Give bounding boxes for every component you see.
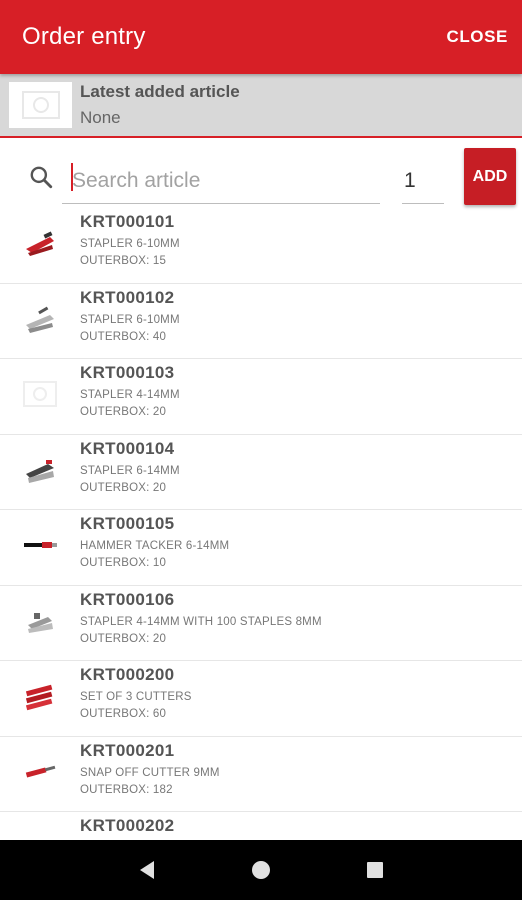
list-item[interactable]: KRT000101 STAPLER 6-10MM OUTERBOX: 15 (0, 208, 522, 284)
search-input[interactable] (62, 158, 380, 204)
home-button[interactable] (246, 855, 276, 885)
cutter-icon (20, 827, 60, 840)
article-image (17, 673, 63, 719)
add-button[interactable]: ADD (464, 148, 516, 205)
article-code: KRT000106 (80, 589, 175, 609)
stapler-icon (28, 612, 53, 633)
article-outerbox: OUTERBOX: 60 (80, 708, 167, 720)
article-description: SNAP OFF CUTTER 9MM (80, 766, 220, 779)
system-navigation-bar (0, 840, 522, 900)
recents-button[interactable] (360, 855, 390, 885)
snap-off-cutter-icon (25, 765, 56, 777)
list-item[interactable]: KRT000105 HAMMER TACKER 6-14MM OUTERBOX:… (0, 510, 522, 586)
list-item[interactable]: KRT000201 SNAP OFF CUTTER 9MM OUTERBOX: … (0, 737, 522, 812)
article-list[interactable]: KRT000101 STAPLER 6-10MM OUTERBOX: 15 KR… (0, 208, 522, 840)
latest-added-article-panel: Latest added article None (0, 74, 522, 138)
page-title: Order entry (22, 23, 146, 50)
article-outerbox: OUTERBOX: 10 (80, 557, 167, 569)
article-description: SET OF 3 CUTTERS (80, 691, 192, 703)
grey-stapler-icon (26, 306, 54, 333)
latest-article-label: Latest added article (80, 82, 240, 101)
list-item[interactable]: KRT000202 (0, 812, 522, 840)
article-image (17, 296, 63, 342)
placeholder-image-icon (23, 381, 57, 407)
article-outerbox: OUTERBOX: 20 (80, 481, 167, 494)
back-triangle-icon (140, 861, 154, 879)
red-stapler-icon (26, 231, 54, 256)
article-image (17, 522, 63, 568)
list-item[interactable]: KRT000200 SET OF 3 CUTTERS OUTERBOX: 60 (0, 661, 522, 737)
article-outerbox: OUTERBOX: 40 (80, 330, 167, 343)
search-icon (30, 166, 53, 189)
article-description: STAPLER 4-14MM (80, 389, 180, 401)
article-code: KRT000202 (80, 816, 175, 835)
list-item[interactable]: KRT000104 STAPLER 6-14MM OUTERBOX: 20 (0, 435, 522, 510)
list-item[interactable]: KRT000102 STAPLER 6-10MM OUTERBOX: 40 (0, 284, 522, 359)
article-code: KRT000101 (80, 212, 175, 231)
home-circle-icon (252, 861, 270, 879)
article-outerbox: OUTERBOX: 20 (80, 406, 167, 418)
article-image (17, 598, 63, 644)
recents-square-icon (367, 862, 383, 878)
article-outerbox: OUTERBOX: 182 (80, 783, 173, 796)
text-cursor (71, 163, 73, 191)
article-code: KRT000103 (80, 363, 175, 382)
article-description: HAMMER TACKER 6-14MM (80, 540, 230, 552)
hammer-tacker-icon (24, 542, 57, 548)
list-item[interactable]: KRT000106 STAPLER 4-14MM WITH 100 STAPLE… (0, 586, 522, 661)
close-button[interactable]: CLOSE (442, 19, 512, 55)
article-description: STAPLER 6-10MM (80, 238, 180, 250)
article-description: STAPLER 4-14MM WITH 100 STAPLES 8MM (80, 615, 322, 628)
cutters-set-icon (25, 684, 53, 711)
article-image (17, 824, 63, 840)
latest-article-thumbnail (9, 82, 72, 128)
latest-article-value: None (80, 108, 121, 127)
article-outerbox: OUTERBOX: 15 (80, 255, 167, 267)
list-item[interactable]: KRT000103 STAPLER 4-14MM OUTERBOX: 20 (0, 359, 522, 435)
placeholder-image-icon (21, 91, 60, 119)
article-image (17, 749, 63, 795)
article-image (17, 447, 63, 493)
article-code: KRT000200 (80, 665, 175, 684)
article-image (17, 220, 63, 266)
article-code: KRT000104 (80, 438, 175, 458)
stapler-icon (26, 459, 54, 483)
app-bar: Order entry CLOSE (0, 0, 522, 74)
article-description: STAPLER 6-10MM (80, 313, 180, 326)
article-code: KRT000201 (80, 740, 175, 760)
search-row: ADD (0, 140, 522, 208)
article-image (17, 371, 63, 417)
article-description: STAPLER 6-14MM (80, 464, 180, 477)
article-code: KRT000105 (80, 514, 175, 533)
article-outerbox: OUTERBOX: 20 (80, 632, 167, 645)
quantity-input[interactable] (402, 158, 444, 204)
article-code: KRT000102 (80, 287, 175, 307)
back-button[interactable] (132, 855, 162, 885)
